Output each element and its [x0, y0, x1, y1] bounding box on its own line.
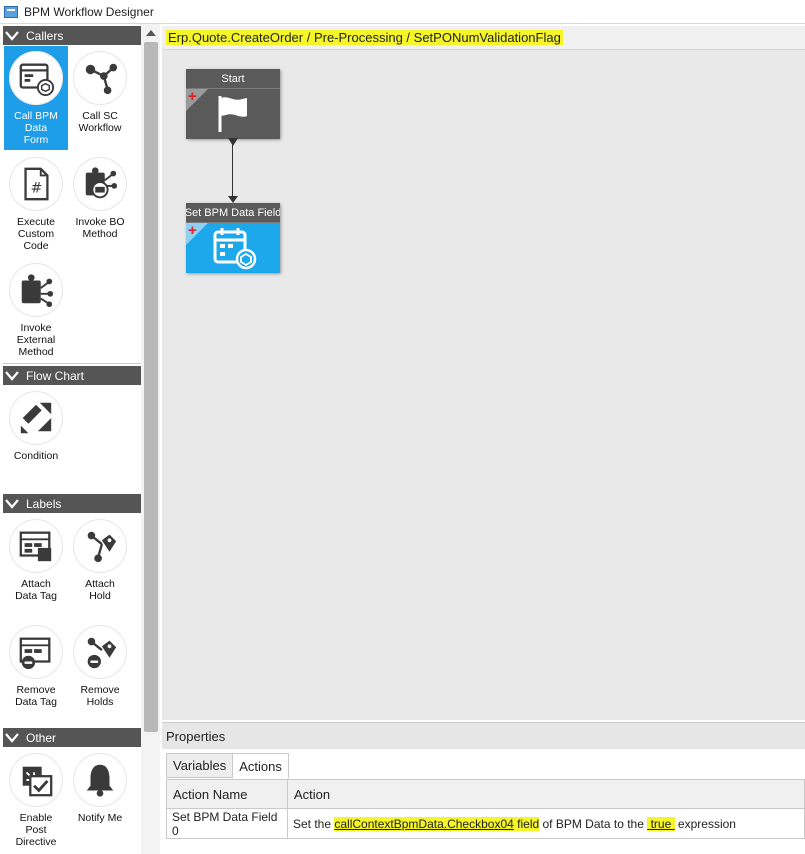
- group-header-flow-chart[interactable]: Flow Chart: [3, 366, 141, 385]
- grid-header: Action Name Action: [167, 780, 804, 809]
- data-tag-icon: [9, 519, 63, 573]
- chevron-down-icon: [3, 366, 21, 385]
- flag-icon: [218, 96, 247, 132]
- tool-remove-data-tag[interactable]: Remove Data Tag: [4, 620, 68, 724]
- tool-attach-data-tag[interactable]: Attach Data Tag: [4, 514, 68, 618]
- tool-notify-me[interactable]: Notify Me: [68, 748, 132, 852]
- tab-actions[interactable]: Actions: [232, 753, 289, 779]
- workflow-canvas[interactable]: [162, 50, 805, 720]
- group-header-labels[interactable]: Labels: [3, 494, 141, 513]
- toolbox-panel: Callers Call BPM Data Form Call SC Workf…: [0, 24, 160, 854]
- field-link[interactable]: callContextBpmData.Checkbox04: [334, 816, 514, 831]
- node-body: +: [186, 89, 280, 139]
- hold-tag-icon: [73, 519, 127, 573]
- bell-icon: [73, 753, 127, 807]
- action-description-cell: Set the callContextBpmData.Checkbox04 fi…: [293, 816, 736, 831]
- chevron-down-icon: [3, 728, 21, 747]
- properties-panel: Properties Variables Actions Action Name…: [162, 722, 805, 854]
- group-header-callers[interactable]: Callers: [3, 26, 141, 45]
- tool-execute-custom-code[interactable]: # Execute Custom Code: [4, 152, 68, 256]
- tool-remove-holds[interactable]: Remove Holds: [68, 620, 132, 724]
- value-link[interactable]: true: [647, 816, 675, 831]
- set-bpm-data-field-node[interactable]: Set BPM Data Field +: [186, 203, 280, 273]
- connector-start-arrow-icon: [228, 138, 238, 146]
- workflow-connector[interactable]: [232, 138, 233, 198]
- node-body: +: [186, 223, 280, 273]
- remove-data-tag-icon: [9, 625, 63, 679]
- start-node[interactable]: Start +: [186, 69, 280, 139]
- code-file-icon: #: [9, 157, 63, 211]
- tool-condition[interactable]: Condition: [4, 386, 68, 490]
- tool-invoke-external-method[interactable]: Invoke External Method: [4, 258, 68, 362]
- svg-text:#: #: [30, 181, 42, 197]
- group-separator: [3, 363, 141, 364]
- node-title: Start: [186, 69, 280, 89]
- group-header-other[interactable]: Other: [3, 728, 141, 747]
- actions-grid: Action Name Action Set BPM Data Field 0 …: [166, 779, 805, 839]
- bpm-workflow-designer-window: BPM Workflow Designer Callers Call BPM D…: [0, 0, 805, 854]
- condition-arrow-icon: [9, 391, 63, 445]
- invoke-external-icon: [9, 263, 63, 317]
- chevron-down-icon: [3, 494, 21, 513]
- tool-attach-hold[interactable]: Attach Hold: [68, 514, 132, 618]
- post-directive-icon: [9, 753, 63, 807]
- action-name-cell: Set BPM Data Field 0: [167, 809, 288, 838]
- node-title: Set BPM Data Field: [186, 203, 280, 223]
- tool-enable-post-directive[interactable]: Enable Post Directive: [4, 748, 68, 852]
- add-icon[interactable]: +: [188, 223, 197, 238]
- column-header-action-name[interactable]: Action Name: [167, 780, 288, 808]
- chevron-down-icon: [3, 26, 21, 45]
- workflow-nodes-icon: [73, 51, 127, 105]
- tab-variables[interactable]: Variables: [166, 753, 234, 778]
- breadcrumb: Erp.Quote.CreateOrder / Pre-Processing /…: [166, 30, 563, 45]
- add-icon[interactable]: +: [188, 89, 197, 104]
- breadcrumb-bar: Erp.Quote.CreateOrder / Pre-Processing /…: [162, 26, 805, 50]
- properties-tabs: Variables Actions: [166, 753, 289, 779]
- column-header-action[interactable]: Action: [288, 780, 804, 808]
- toolbox-scroll-thumb[interactable]: [144, 42, 158, 732]
- tool-call-bpm-data-form[interactable]: Call BPM Data Form: [4, 46, 68, 150]
- calendar-data-icon: [213, 228, 257, 270]
- properties-header: Properties: [162, 723, 805, 749]
- app-icon: [4, 5, 18, 18]
- title-bar: BPM Workflow Designer: [0, 0, 805, 24]
- connector-end-arrow-icon: [228, 196, 238, 203]
- tool-invoke-bo-method[interactable]: Invoke BO Method: [68, 152, 132, 256]
- scroll-up-arrow-icon[interactable]: [146, 30, 156, 36]
- table-row[interactable]: Set BPM Data Field 0 Set the callContext…: [167, 809, 804, 838]
- remove-hold-icon: [73, 625, 127, 679]
- window-title: BPM Workflow Designer: [24, 4, 154, 19]
- invoke-bo-icon: [73, 157, 127, 211]
- bpm-form-icon: [9, 51, 63, 105]
- tool-call-sc-workflow[interactable]: Call SC Workflow: [68, 46, 132, 150]
